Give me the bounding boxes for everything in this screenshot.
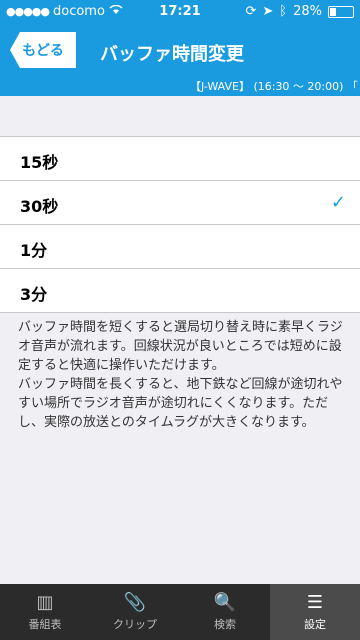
option-30s[interactable]: 30秒 ✓ xyxy=(0,181,360,225)
tab-label: クリップ xyxy=(113,618,157,631)
option-label: 3分 xyxy=(20,285,48,304)
option-label: 30秒 xyxy=(20,197,59,216)
option-1m[interactable]: 1分 xyxy=(0,225,360,269)
battery-percent: 28% xyxy=(293,4,322,19)
location-icon: ➤ xyxy=(262,4,274,19)
option-3m[interactable]: 3分 xyxy=(0,269,360,312)
search-icon: 🔍 xyxy=(213,592,237,613)
back-button[interactable]: もどる xyxy=(10,32,76,68)
option-15s[interactable]: 15秒 xyxy=(0,137,360,181)
checkmark-icon: ✓ xyxy=(330,192,346,213)
tab-program-guide[interactable]: ▥ 番組表 xyxy=(0,584,90,640)
rotation-lock-icon: ⟳ xyxy=(245,4,257,19)
grid-icon: ▥ xyxy=(36,592,54,613)
buffer-description: バッファ時間を短くすると選局切り替え時に素早くラジオ音声が流れます。回線状況が良… xyxy=(18,320,343,430)
menu-icon: ☰ xyxy=(306,592,324,613)
tab-label: 検索 xyxy=(214,618,236,631)
tab-bar: ▥ 番組表 📎 クリップ 🔍 検索 ☰ 設定 xyxy=(0,584,360,640)
tab-clip[interactable]: 📎 クリップ xyxy=(90,584,180,640)
tab-label: 設定 xyxy=(304,618,326,631)
tab-label: 番組表 xyxy=(28,618,62,631)
option-label: 15秒 xyxy=(20,153,59,172)
page-title: バッファ時間変更 xyxy=(100,44,244,65)
option-label: 1分 xyxy=(20,241,48,260)
now-playing-ticker: 【J-WAVE】 (16:30 ～ 20:00) 「 xyxy=(190,80,358,93)
tab-settings[interactable]: ☰ 設定 xyxy=(270,584,360,640)
buffer-options-list: 15秒 30秒 ✓ 1分 3分 xyxy=(0,136,360,313)
paperclip-icon: 📎 xyxy=(123,592,147,613)
status-bar: ●●●●● docomo 17:21 ⟳ ➤ ᛒ 28% xyxy=(0,0,360,24)
bluetooth-icon: ᛒ xyxy=(279,4,288,19)
tab-search[interactable]: 🔍 検索 xyxy=(180,584,270,640)
battery-icon xyxy=(328,5,354,18)
